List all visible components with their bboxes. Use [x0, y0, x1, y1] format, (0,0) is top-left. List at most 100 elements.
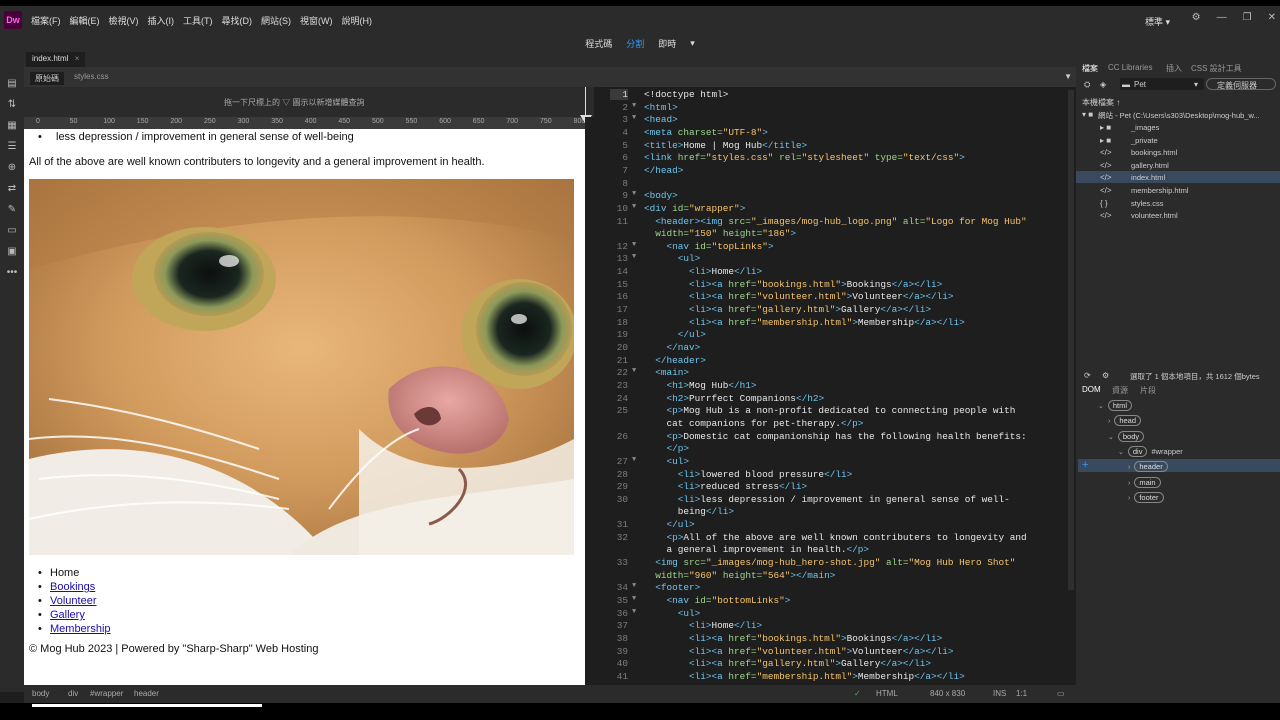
fold-arrow-icon[interactable]: ▼: [632, 102, 636, 110]
code-editor[interactable]: 1 <!doctype html> 2 ▼ <html> 3 ▼ <head> 4 <meta c…: [600, 87, 1076, 685]
menu-item[interactable]: 插入(I): [148, 14, 175, 27]
document-type[interactable]: HTML: [876, 689, 898, 698]
insert-tab[interactable]: 插入: [1166, 63, 1182, 74]
tree-toggle-icon[interactable]: ⌄: [1118, 449, 1124, 456]
nav-link[interactable]: Gallery: [50, 609, 85, 621]
file-item[interactable]: ▸ ■ _images: [1076, 121, 1280, 133]
menu-item[interactable]: 尋找(D): [222, 14, 253, 27]
chevron-down-icon[interactable]: ▾: [690, 38, 695, 49]
add-element-icon[interactable]: +: [1082, 459, 1088, 471]
file-item[interactable]: </> gallery.html: [1076, 159, 1280, 171]
format-source-icon[interactable]: ⇄: [8, 183, 16, 194]
window-size[interactable]: 840 x 830: [930, 689, 965, 698]
live-view-page[interactable]: • less depression / improvement in gener…: [24, 129, 585, 685]
tree-toggle-icon[interactable]: ›: [1128, 495, 1130, 502]
file-item[interactable]: { } styles.css: [1076, 197, 1280, 209]
sync-icon[interactable]: ◈: [1100, 80, 1106, 89]
bullet: •: [38, 595, 42, 607]
files-tab[interactable]: 檔案: [1082, 63, 1098, 74]
live-view-button[interactable]: 即時: [658, 37, 676, 50]
fold-arrow-icon[interactable]: ▼: [632, 203, 636, 211]
fold-arrow-icon[interactable]: ▼: [632, 114, 636, 122]
line-number: 2: [622, 101, 628, 113]
fold-arrow-icon[interactable]: ▼: [632, 456, 636, 464]
expand-all-icon[interactable]: ⊕: [8, 162, 16, 173]
tag-selector-header[interactable]: header: [134, 689, 159, 698]
tag-selector-div[interactable]: div: [68, 689, 78, 698]
dom-node[interactable]: ⌄ div #wrapper: [1118, 445, 1183, 457]
inspect-icon[interactable]: ☰: [8, 141, 17, 152]
dom-node[interactable]: › head: [1108, 415, 1142, 427]
pixel-ruler[interactable]: 0 50 100 150 200 250 300 350 400 450 500 550 600 650 7…: [24, 117, 619, 129]
site-select[interactable]: ▬ Pet ▾: [1120, 78, 1204, 90]
nav-link[interactable]: Volunteer: [50, 595, 96, 607]
file-item[interactable]: </> volunteer.html: [1076, 209, 1280, 221]
tree-toggle-icon[interactable]: ⌄: [1098, 403, 1104, 410]
minimize-button[interactable]: —: [1217, 12, 1227, 23]
define-server-button[interactable]: 定義伺服器: [1206, 78, 1276, 90]
close-tab-icon[interactable]: ×: [75, 54, 80, 63]
menu-item[interactable]: 檔案(F): [31, 14, 61, 27]
fold-arrow-icon[interactable]: ▼: [632, 190, 636, 198]
snippet-icon[interactable]: ▣: [7, 246, 16, 257]
menu-item[interactable]: 工具(T): [183, 14, 213, 27]
live-code-icon[interactable]: ▦: [7, 120, 16, 131]
connect-icon[interactable]: ⛭: [1084, 80, 1090, 90]
file-management-icon[interactable]: ⇅: [8, 99, 16, 110]
menu-item[interactable]: 檢視(V): [109, 14, 139, 27]
menu-item[interactable]: 視窗(W): [300, 14, 333, 27]
close-button[interactable]: ✕: [1268, 12, 1276, 23]
apply-comment-icon[interactable]: ✎: [8, 204, 16, 215]
css-designer-tab[interactable]: CSS 設計工具: [1191, 63, 1242, 74]
tree-toggle-icon[interactable]: ›: [1128, 464, 1130, 471]
dom-node[interactable]: › footer: [1128, 491, 1164, 503]
split-view-button[interactable]: 分割: [626, 37, 644, 50]
code-view-button[interactable]: 程式碼: [585, 37, 612, 50]
dom-node[interactable]: ⌄ body: [1108, 430, 1145, 442]
dom-node[interactable]: › main: [1128, 476, 1161, 488]
source-code-tab[interactable]: 原始碼: [30, 72, 64, 85]
workspace-switcher[interactable]: 標準 ▾: [1145, 15, 1170, 28]
styles-css-tab[interactable]: styles.css: [74, 72, 109, 81]
fold-arrow-icon[interactable]: ▼: [632, 595, 636, 603]
settings-icon[interactable]: ⚙: [1192, 12, 1201, 23]
nav-link[interactable]: Bookings: [50, 581, 95, 593]
snippets-tab[interactable]: 片段: [1140, 385, 1156, 396]
filter-icon[interactable]: ▼: [1064, 72, 1072, 81]
tag-selector-body[interactable]: body: [32, 689, 49, 698]
code-scrollbar[interactable]: [1068, 90, 1074, 590]
assets-tab[interactable]: 資源: [1112, 385, 1128, 396]
local-files-header[interactable]: 本機檔案 ↑: [1082, 97, 1120, 108]
dom-node[interactable]: › header: [1128, 461, 1168, 473]
tree-toggle-icon[interactable]: ⌄: [1108, 434, 1114, 441]
file-item[interactable]: </> index.html: [1076, 171, 1280, 184]
tree-toggle-icon[interactable]: ›: [1108, 418, 1110, 425]
tag-selector-wrapper[interactable]: #wrapper: [90, 689, 123, 698]
cc-libraries-tab[interactable]: CC Libraries: [1108, 63, 1152, 72]
maximize-button[interactable]: ❐: [1243, 12, 1252, 23]
more-options-icon[interactable]: •••: [7, 267, 18, 278]
menu-item[interactable]: 網站(S): [261, 14, 291, 27]
tree-toggle-icon[interactable]: ›: [1128, 480, 1130, 487]
file-item[interactable]: </> bookings.html: [1076, 146, 1280, 158]
file-settings-icon[interactable]: ⚙: [1102, 371, 1109, 380]
fold-arrow-icon[interactable]: ▼: [632, 253, 636, 261]
dom-node[interactable]: ⌄ html: [1098, 400, 1133, 411]
fold-arrow-icon[interactable]: ▼: [632, 608, 636, 616]
open-document-icon[interactable]: ▤: [7, 78, 16, 89]
tab-index-html[interactable]: index.html ×: [26, 52, 86, 67]
menu-item[interactable]: 說明(H): [342, 14, 373, 27]
wrap-tag-icon[interactable]: ▭: [7, 225, 16, 236]
dom-tab[interactable]: DOM: [1082, 385, 1101, 394]
menu-item[interactable]: 編輯(E): [70, 14, 100, 27]
file-item[interactable]: ▸ ■ _private: [1076, 134, 1280, 146]
fold-arrow-icon[interactable]: ▼: [632, 582, 636, 590]
preview-icon[interactable]: ▭: [1057, 689, 1065, 698]
fold-arrow-icon[interactable]: ▼: [632, 367, 636, 375]
nav-link[interactable]: Membership: [50, 623, 111, 635]
fold-arrow-icon[interactable]: ▼: [632, 241, 636, 249]
refresh-icon[interactable]: ⟳: [1084, 371, 1091, 380]
pane-splitter[interactable]: [585, 117, 600, 685]
site-root-row[interactable]: ▾ ■ 網站 - Pet (C:\Users\s303\Desktop\mog-…: [1076, 108, 1280, 120]
file-item[interactable]: </> membership.html: [1076, 184, 1280, 196]
